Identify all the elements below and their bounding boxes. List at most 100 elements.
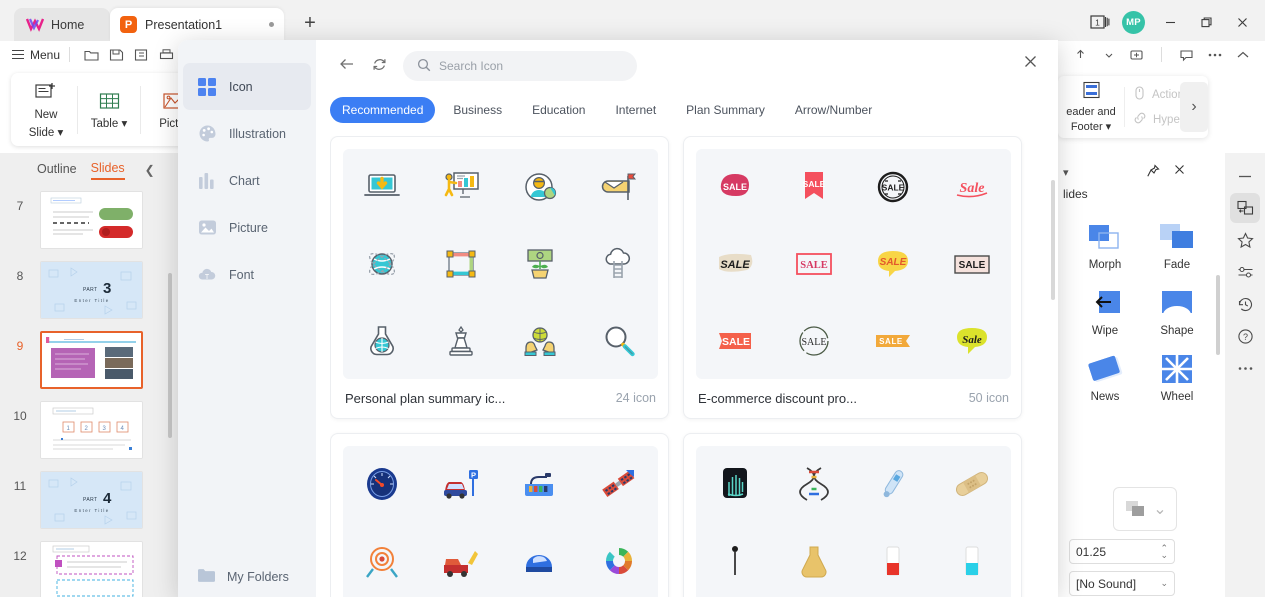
save-as-icon[interactable] bbox=[129, 44, 154, 66]
sale-brush-beige-icon[interactable]: SALE bbox=[712, 241, 758, 287]
transition-rail-icon[interactable] bbox=[1230, 193, 1260, 223]
color-wheel-icon[interactable] bbox=[596, 538, 642, 584]
chevron-down-icon[interactable] bbox=[1096, 44, 1121, 66]
thermometer-icon[interactable] bbox=[870, 461, 916, 507]
dna-icon[interactable] bbox=[791, 461, 837, 507]
tab-business[interactable]: Business bbox=[441, 97, 514, 123]
tab-education[interactable]: Education bbox=[520, 97, 597, 123]
money-plant-icon[interactable] bbox=[517, 241, 563, 287]
maximize-button[interactable] bbox=[1189, 8, 1223, 36]
sale-blob-pink-icon[interactable]: SALE bbox=[712, 164, 758, 210]
share-icon[interactable] bbox=[1068, 44, 1093, 66]
icon-pack-card[interactable]: Personal plan summary ic... 24 icon bbox=[330, 136, 669, 419]
sidebar-item-illustration[interactable]: Illustration bbox=[183, 110, 311, 157]
icon-pack-grid[interactable]: Personal plan summary ic... 24 icon SALE bbox=[330, 136, 1044, 597]
sidebar-item-chart[interactable]: Chart bbox=[183, 157, 311, 204]
help-rail-icon[interactable]: ? bbox=[1230, 321, 1260, 351]
slide-thumbnail[interactable]: 12 34 bbox=[40, 401, 143, 459]
tow-truck-icon[interactable] bbox=[438, 538, 484, 584]
close-icon[interactable] bbox=[1173, 163, 1186, 179]
collapse-ribbon-icon[interactable] bbox=[1230, 44, 1255, 66]
menu-button[interactable]: Menu bbox=[12, 48, 60, 62]
list-item[interactable]: 12 bbox=[0, 541, 178, 597]
slide-thumbnail-list[interactable]: 7 8 PART 3 Enter Title 9 10 1 2 3 4 11 P… bbox=[0, 187, 178, 597]
slides-scrollbar[interactable] bbox=[168, 273, 172, 438]
minimize-rail-icon[interactable] bbox=[1230, 161, 1260, 191]
print-icon[interactable] bbox=[154, 44, 179, 66]
bandage-icon[interactable] bbox=[949, 461, 995, 507]
tab-slides[interactable]: Slides bbox=[90, 161, 125, 180]
more-icon[interactable] bbox=[1202, 44, 1227, 66]
sale-circle-outline-icon[interactable]: SALE bbox=[791, 318, 837, 364]
pin-icon[interactable] bbox=[1146, 164, 1160, 181]
sale-tag-orange-icon[interactable]: SALE bbox=[712, 318, 758, 364]
flask-globe-icon[interactable] bbox=[359, 318, 405, 364]
animation-rail-icon[interactable] bbox=[1230, 225, 1260, 255]
chess-queen-icon[interactable] bbox=[438, 318, 484, 364]
ribbon-expand-button[interactable]: › bbox=[1180, 82, 1208, 132]
list-item[interactable]: 8 PART 3 Enter Title bbox=[0, 261, 178, 331]
xray-hand-icon[interactable] bbox=[712, 461, 758, 507]
tab-arrow-number[interactable]: Arrow/Number bbox=[783, 97, 884, 123]
save-icon[interactable] bbox=[104, 44, 129, 66]
magnifier-icon[interactable] bbox=[596, 318, 642, 364]
flask-amber-icon[interactable] bbox=[791, 538, 837, 584]
spinner-arrows-icon[interactable]: ⌃ ⌄ bbox=[1160, 543, 1168, 559]
table-button[interactable]: Table ▾ bbox=[78, 77, 140, 143]
sidebar-item-picture[interactable]: Picture bbox=[183, 204, 311, 251]
sale-banner-orange-icon[interactable]: SALE bbox=[870, 318, 916, 364]
minimize-button[interactable] bbox=[1153, 8, 1187, 36]
cloud-ladder-icon[interactable] bbox=[596, 241, 642, 287]
hands-globe-icon[interactable] bbox=[517, 318, 563, 364]
transition-shape[interactable]: Shape bbox=[1141, 281, 1213, 347]
presenter-chart-icon[interactable] bbox=[438, 164, 484, 210]
header-footer-button[interactable]: eader and Footer ▾ bbox=[1058, 80, 1124, 135]
avatar[interactable]: MP bbox=[1122, 10, 1145, 34]
laptop-download-icon[interactable] bbox=[359, 164, 405, 210]
slide-thumbnail[interactable]: PART 3 Enter Title bbox=[40, 261, 143, 319]
sidebar-item-icon[interactable]: Icon bbox=[183, 63, 311, 110]
slide-thumbnail[interactable] bbox=[40, 541, 143, 597]
transition-scrollbar[interactable] bbox=[1216, 275, 1220, 355]
slide-thumbnail[interactable] bbox=[40, 191, 143, 249]
duration-field[interactable]: 01.25 ⌃ ⌄ bbox=[1069, 539, 1175, 564]
sale-ribbon-red-icon[interactable]: SALE bbox=[791, 164, 837, 210]
effect-options-button[interactable]: ⌄ bbox=[1113, 487, 1177, 531]
settings-rail-icon[interactable] bbox=[1230, 257, 1260, 287]
slide-thumbnail[interactable]: PART 4 Enter Title bbox=[40, 471, 143, 529]
chevron-down-icon[interactable]: ▾ bbox=[1063, 166, 1069, 179]
list-item[interactable]: 11 PART 4 Enter Title bbox=[0, 471, 178, 541]
open-folder-icon[interactable] bbox=[79, 44, 104, 66]
globe-orbit-icon[interactable] bbox=[359, 241, 405, 287]
tab-presentation1[interactable]: P Presentation1 bbox=[110, 8, 284, 41]
list-item[interactable]: 9 bbox=[0, 331, 178, 401]
icon-pack-card[interactable]: SALE SALE SALE Sale SALE SALE SALE SALE … bbox=[683, 136, 1022, 419]
icon-pack-card[interactable]: P bbox=[330, 433, 669, 597]
transition-news[interactable]: News bbox=[1069, 347, 1141, 413]
avatar-user-icon[interactable] bbox=[517, 164, 563, 210]
history-rail-icon[interactable] bbox=[1230, 289, 1260, 319]
atom-target-icon[interactable] bbox=[359, 538, 405, 584]
tab-recommended[interactable]: Recommended bbox=[330, 97, 436, 123]
list-item[interactable]: 10 12 34 bbox=[0, 401, 178, 471]
satellite-icon[interactable] bbox=[596, 461, 642, 507]
sale-script-red-icon[interactable]: Sale bbox=[949, 164, 995, 210]
syringe-icon[interactable] bbox=[712, 538, 758, 584]
search-input[interactable]: Search Icon bbox=[403, 51, 637, 81]
sale-bubble-yellow-icon[interactable]: SALE bbox=[870, 241, 916, 287]
sale-bubble-lime-icon[interactable]: Sale bbox=[949, 318, 995, 364]
tab-outline[interactable]: Outline bbox=[37, 162, 77, 179]
slide-thumbnail-selected[interactable] bbox=[40, 331, 143, 389]
dialog-close-button[interactable] bbox=[1023, 54, 1038, 73]
refresh-icon[interactable] bbox=[364, 57, 394, 75]
mailbox-icon[interactable] bbox=[596, 164, 642, 210]
transition-wheel[interactable]: Wheel bbox=[1141, 347, 1213, 413]
comment-icon[interactable] bbox=[1174, 44, 1199, 66]
scaffold-frame-icon[interactable] bbox=[438, 241, 484, 287]
tab-internet[interactable]: Internet bbox=[603, 97, 668, 123]
resource-scrollbar[interactable] bbox=[1051, 180, 1055, 300]
icon-pack-card[interactable] bbox=[683, 433, 1022, 597]
list-item[interactable]: 7 bbox=[0, 191, 178, 261]
transition-fade[interactable]: Fade bbox=[1141, 215, 1213, 281]
new-slide-button[interactable]: New Slide ▾ bbox=[15, 77, 77, 143]
